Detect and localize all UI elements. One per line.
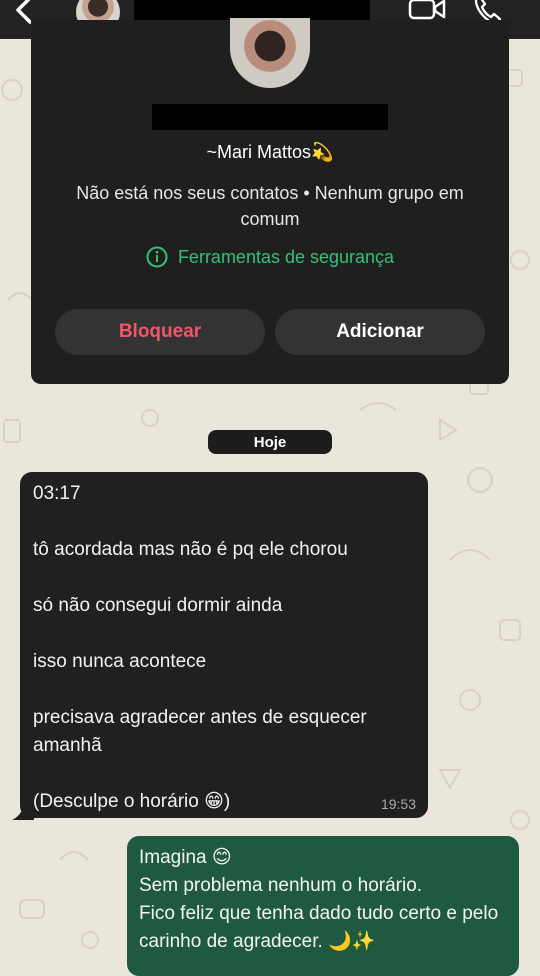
safety-tools-link[interactable]: Ferramentas de segurança — [31, 246, 509, 268]
block-button[interactable]: Bloquear — [55, 309, 265, 355]
outgoing-message[interactable]: Imagina 😊 Sem problema nenhum o horário.… — [127, 836, 519, 976]
outgoing-message-text: Imagina 😊 Sem problema nenhum o horário.… — [139, 847, 499, 952]
safety-tools-label: Ferramentas de segurança — [177, 246, 395, 267]
incoming-message-text: 03:17 tô acordada mas não é pq ele choro… — [33, 483, 367, 812]
contact-profile-photo[interactable] — [230, 18, 310, 88]
redacted-phone-number[interactable] — [134, 0, 370, 20]
contact-name: ~Mari Mattos💫 — [206, 142, 334, 162]
date-separator: Hoje — [208, 430, 332, 454]
redacted-contact-number — [152, 104, 388, 130]
message-timestamp: 19:53 — [380, 796, 416, 812]
contact-status-text: Não está nos seus contatos • Nenhum grup… — [76, 183, 464, 229]
info-icon — [146, 246, 168, 268]
add-contact-button[interactable]: Adicionar — [275, 309, 485, 355]
incoming-message[interactable]: 03:17 tô acordada mas não é pq ele choro… — [20, 472, 428, 818]
contact-info-card: ~Mari Mattos💫 Não está nos seus contatos… — [31, 18, 509, 384]
